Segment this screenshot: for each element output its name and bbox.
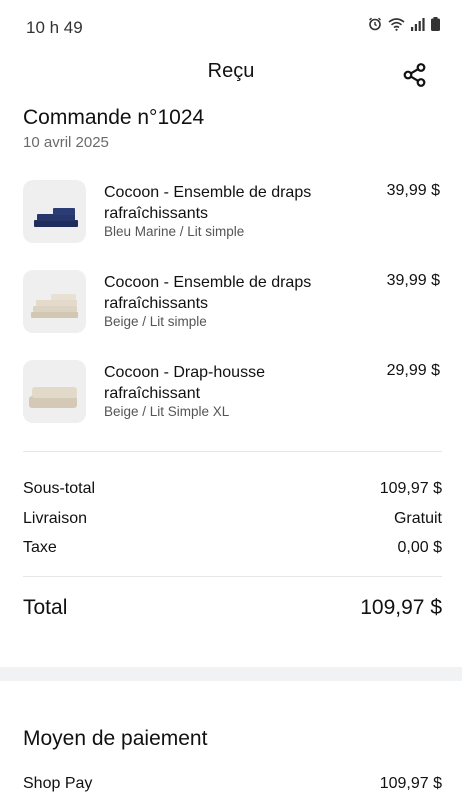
item-name: Cocoon - Drap-housse rafraîchissant — [104, 364, 265, 402]
list-item[interactable]: Cocoon - Drap-housse rafraîchissant Beig… — [23, 360, 443, 426]
item-price: 29,99 $ — [386, 362, 440, 379]
item-variant: Beige / Lit Simple XL — [104, 404, 230, 419]
section-separator — [0, 667, 462, 681]
subtotal-row: Sous-total 109,97 $ — [23, 480, 442, 498]
battery-icon — [431, 17, 440, 36]
total-value: 109,97 $ — [360, 596, 442, 619]
item-variant: Beige / Lit simple — [104, 314, 207, 329]
item-variant: Bleu Marine / Lit simple — [104, 224, 245, 239]
share-icon — [403, 63, 426, 87]
shipping-value: Gratuit — [393, 510, 442, 527]
shipping-label: Livraison — [23, 510, 88, 527]
page-title: Reçu — [207, 60, 255, 82]
tax-label: Taxe — [23, 539, 57, 556]
signal-icon — [411, 17, 425, 36]
wifi-icon — [388, 17, 405, 36]
payment-method: Shop Pay — [23, 775, 93, 792]
divider — [23, 451, 442, 452]
tax-row: Taxe 0,00 $ — [23, 539, 442, 557]
alarm-icon — [368, 17, 382, 36]
payment-amount: 109,97 $ — [379, 775, 442, 792]
payment-title: Moyen de paiement — [23, 727, 208, 750]
list-item[interactable]: Cocoon - Ensemble de draps rafraîchissan… — [23, 180, 443, 246]
subtotal-label: Sous-total — [23, 480, 96, 497]
status-icons — [368, 17, 440, 36]
subtotal-value: 109,97 $ — [379, 480, 442, 497]
list-item[interactable]: Cocoon - Ensemble de draps rafraîchissan… — [23, 270, 443, 336]
divider — [23, 576, 442, 577]
product-image — [23, 270, 86, 333]
total-row: Total 109,97 $ — [23, 596, 442, 620]
payment-row: Shop Pay 109,97 $ — [23, 775, 442, 793]
item-name: Cocoon - Ensemble de draps rafraîchissan… — [104, 274, 312, 312]
product-image — [23, 180, 86, 243]
item-price: 39,99 $ — [386, 272, 440, 289]
status-bar: 10 h 49 — [0, 0, 462, 54]
order-date: 10 avril 2025 — [23, 134, 109, 151]
header: Reçu — [0, 54, 462, 94]
item-price: 39,99 $ — [386, 182, 440, 199]
order-title: Commande n°1024 — [23, 106, 205, 129]
shipping-row: Livraison Gratuit — [23, 510, 442, 528]
total-label: Total — [23, 596, 68, 619]
tax-value: 0,00 $ — [397, 539, 442, 556]
item-name: Cocoon - Ensemble de draps rafraîchissan… — [104, 184, 312, 222]
share-button[interactable] — [402, 62, 428, 88]
status-time: 10 h 49 — [26, 18, 83, 37]
product-image — [23, 360, 86, 423]
